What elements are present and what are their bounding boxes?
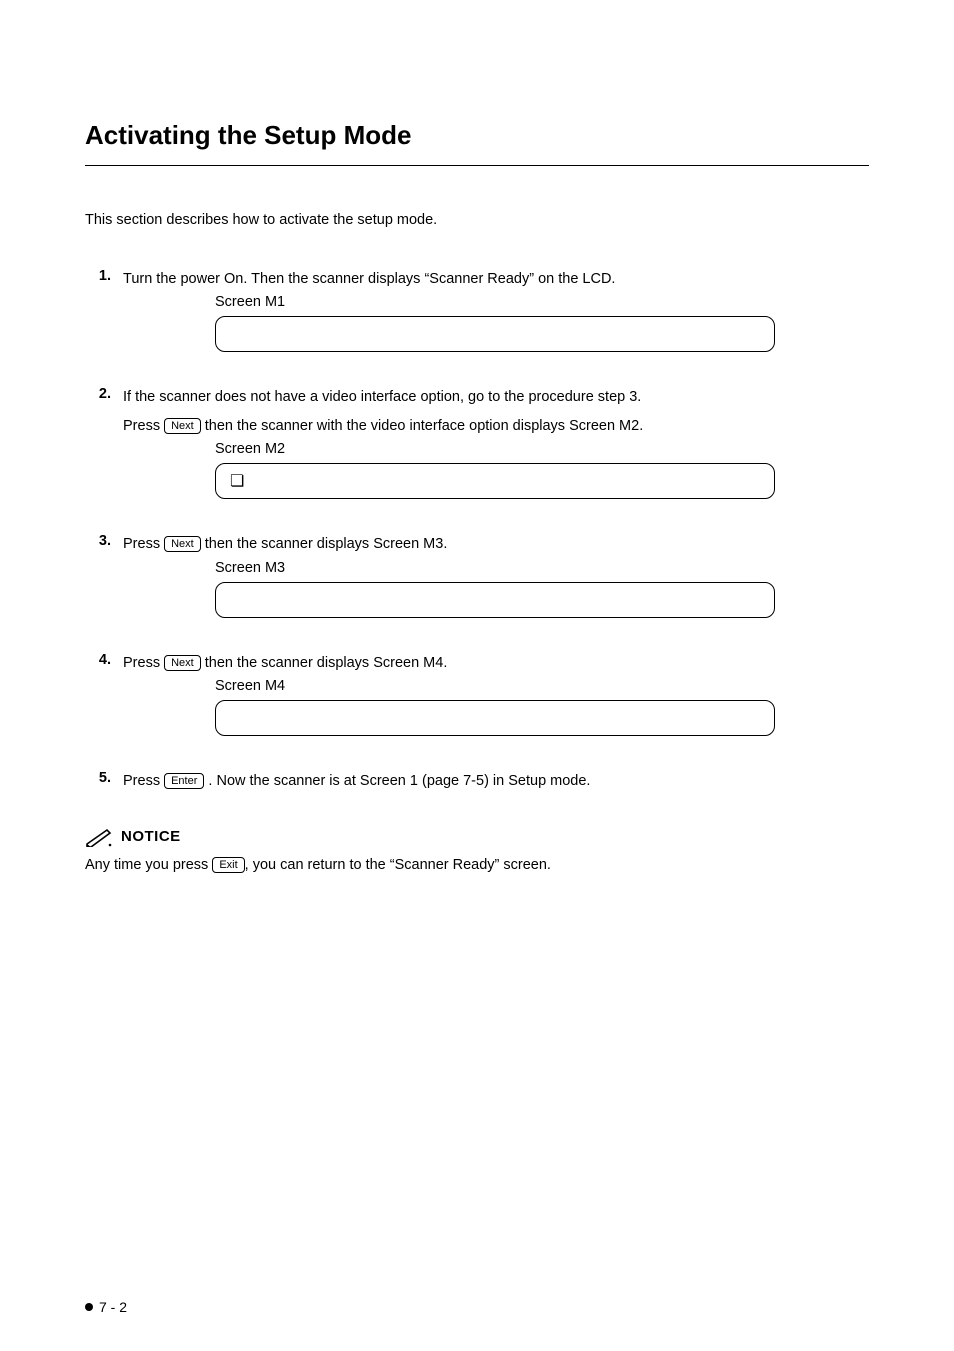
steps-list: 1. Turn the power On. Then the scanner d… (85, 268, 869, 793)
step-5: 5. Press Enter . Now the scanner is at S… (85, 770, 869, 792)
screen-label: Screen M2 (215, 441, 869, 457)
title-divider (85, 165, 869, 166)
text-fragment: Press (123, 418, 164, 434)
step-number: 3. (85, 533, 123, 549)
step-text: Press Next then the scanner displays Scr… (123, 533, 869, 555)
text-fragment: , you can return to the “Scanner Ready” … (245, 857, 551, 873)
notice-label: NOTICE (121, 828, 181, 845)
page-title: Activating the Setup Mode (85, 120, 869, 151)
pencil-icon (85, 827, 113, 847)
text-fragment: then the scanner displays Screen M4. (201, 655, 448, 671)
screen-m4-box (215, 700, 775, 736)
next-key: Next (164, 418, 201, 434)
notice-heading: NOTICE (85, 827, 869, 847)
screen-label: Screen M4 (215, 678, 869, 694)
step-text: Turn the power On. Then the scanner disp… (123, 268, 869, 290)
step-text: If the scanner does not have a video int… (123, 386, 869, 408)
exit-key: Exit (212, 857, 244, 873)
screen-m3-box (215, 582, 775, 618)
text-fragment: Press (123, 655, 164, 671)
step-4: 4. Press Next then the scanner displays … (85, 652, 869, 736)
next-key: Next (164, 536, 201, 552)
step-3: 3. Press Next then the scanner displays … (85, 533, 869, 617)
step-number: 1. (85, 268, 123, 284)
screen-label: Screen M1 (215, 294, 869, 310)
step-text: Press Enter . Now the scanner is at Scre… (123, 770, 869, 792)
step-subtext: Press Next then the scanner with the vid… (123, 415, 869, 437)
bullet-icon (85, 1303, 93, 1311)
screen-label: Screen M3 (215, 560, 869, 576)
text-fragment: Press (123, 773, 164, 789)
step-number: 2. (85, 386, 123, 402)
intro-text: This section describes how to activate t… (85, 212, 869, 228)
text-fragment: then the scanner displays Screen M3. (201, 536, 448, 552)
step-text: Press Next then the scanner displays Scr… (123, 652, 869, 674)
step-2: 2. If the scanner does not have a video … (85, 386, 869, 499)
step-1: 1. Turn the power On. Then the scanner d… (85, 268, 869, 352)
page-number: 7 - 2 (99, 1299, 127, 1315)
text-fragment: then the scanner with the video interfac… (201, 418, 644, 434)
text-fragment: Press (123, 536, 164, 552)
screen-m1-box (215, 316, 775, 352)
step-number: 5. (85, 770, 123, 786)
document-icon: ❏ (230, 471, 244, 491)
text-fragment: . Now the scanner is at Screen 1 (page 7… (204, 773, 590, 789)
step-number: 4. (85, 652, 123, 668)
notice-text: Any time you press Exit, you can return … (85, 857, 869, 873)
enter-key: Enter (164, 773, 204, 789)
page-footer: 7 - 2 (85, 1299, 127, 1315)
text-fragment: Any time you press (85, 857, 212, 873)
screen-m2-box: ❏ (215, 463, 775, 499)
next-key: Next (164, 655, 201, 671)
